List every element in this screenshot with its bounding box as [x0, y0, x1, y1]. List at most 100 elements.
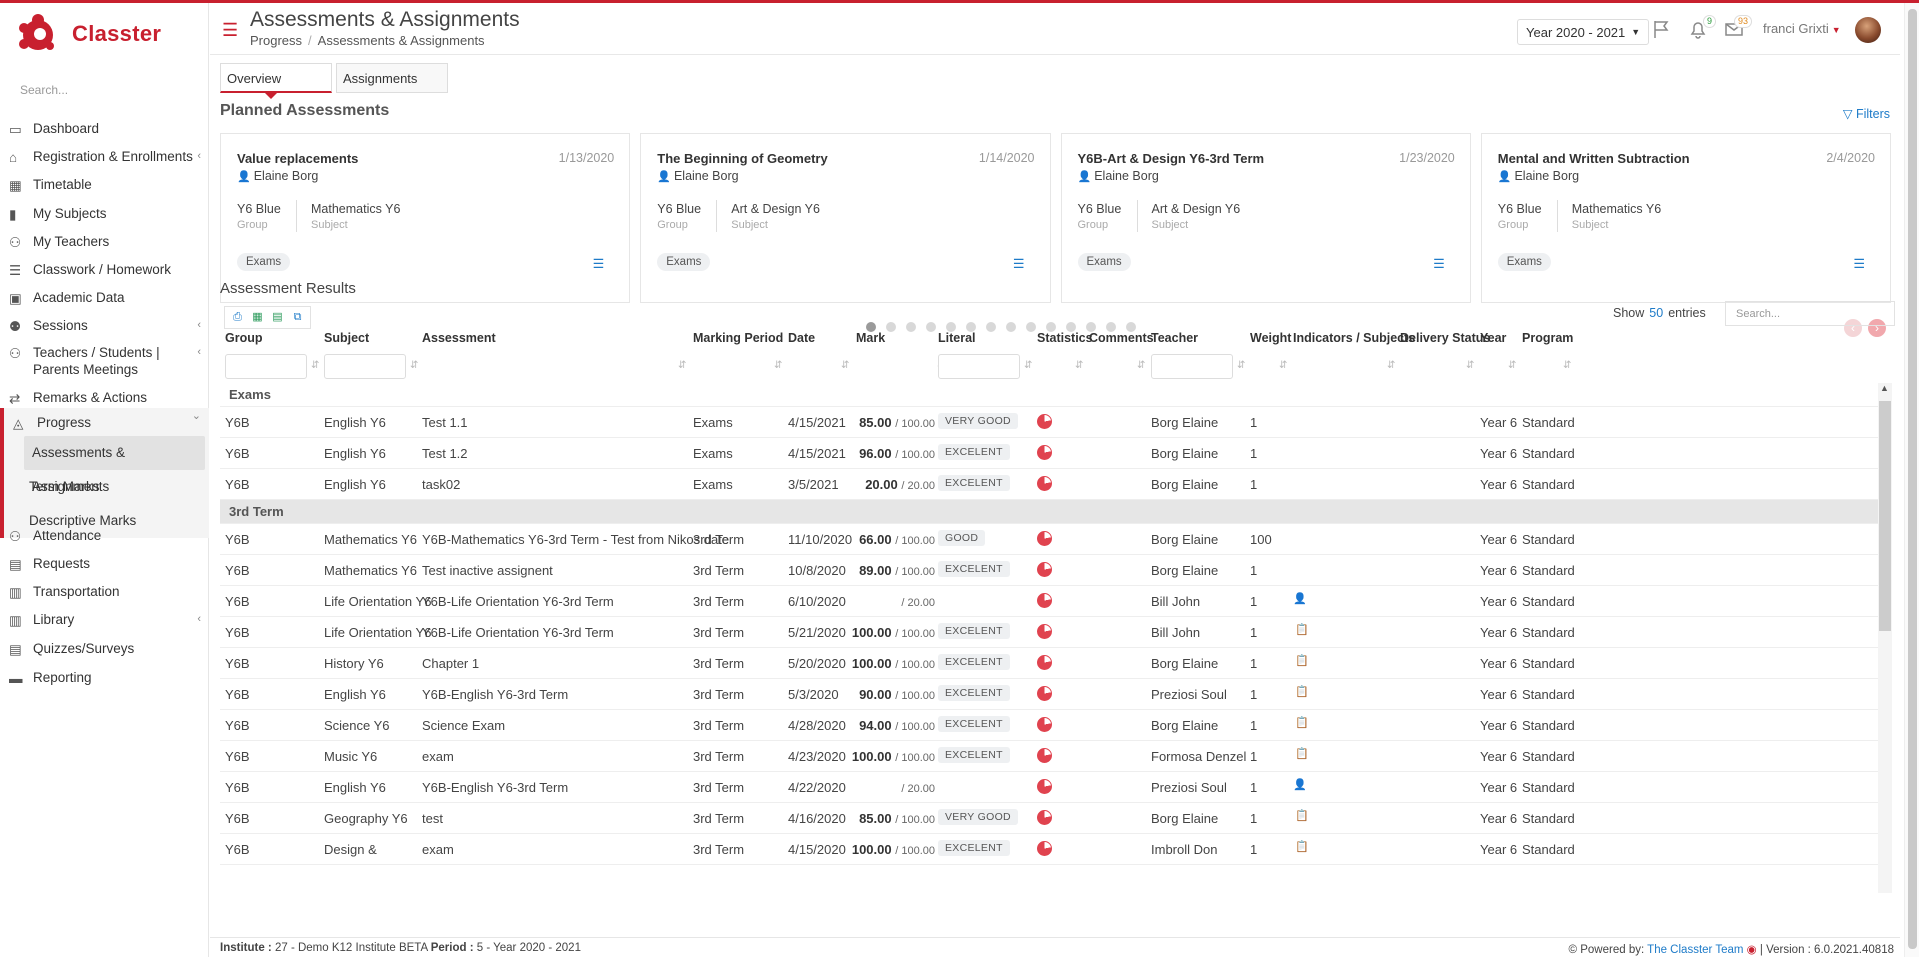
statistics-pie-icon[interactable] — [1037, 779, 1052, 794]
brand-logo[interactable]: Classter — [18, 13, 161, 55]
column-filter-input[interactable] — [225, 354, 307, 379]
card-title[interactable]: Y6B-Art & Design Y6-3rd Term — [1078, 151, 1265, 166]
column-header[interactable]: Marking Period — [693, 331, 783, 345]
sidebar-item-attendance[interactable]: ⚇ Attendance — [0, 527, 209, 544]
filters-button[interactable]: ▽ Filters — [1843, 106, 1890, 121]
column-filter-input[interactable] — [1151, 354, 1233, 379]
card-title[interactable]: The Beginning of Geometry — [657, 151, 827, 166]
clipboard-icon[interactable]: 📋 — [1295, 685, 1309, 701]
sort-icon[interactable]: ⇵ — [1137, 360, 1145, 371]
clipboard-icon[interactable]: 📋 — [1295, 809, 1309, 825]
table-row[interactable]: Y6B Life Orientation Y6 Y6B-Life Orientati… — [220, 617, 1878, 648]
column-header[interactable]: Program — [1522, 331, 1573, 345]
sidebar-item-progress[interactable]: ◬ Progress ⌄ — [0, 408, 209, 436]
column-filter-input[interactable] — [324, 354, 406, 379]
table-row[interactable]: Y6B Science Y6 Science Exam 3rd Term 4/28/20… — [220, 710, 1878, 741]
avatar[interactable] — [1855, 17, 1881, 43]
classter-team-link[interactable]: The Classter Team — [1647, 944, 1743, 956]
sidebar-item-quizzes-surveys[interactable]: ▤ Quizzes/Surveys — [0, 640, 209, 657]
menu-toggle-icon[interactable]: ☰ — [222, 21, 238, 39]
column-header[interactable]: Assessment — [422, 331, 496, 345]
card-title[interactable]: Mental and Written Subtraction — [1498, 151, 1690, 166]
sidebar-subitem-assessments-assignments[interactable]: Assessments & Assignments — [24, 436, 205, 494]
entries-count-select[interactable]: 50 — [1649, 306, 1663, 320]
clipboard-icon[interactable]: 📋 — [1295, 716, 1309, 732]
table-row[interactable]: Y6B Life Orientation Y6 Y6B-Life Orientati… — [220, 586, 1878, 617]
assessment-card[interactable]: Mental and Written Subtraction 2/4/2020 👤 E… — [1480, 133, 1891, 303]
cell-assessment[interactable]: Y6B-Life Orientation Y6-3rd Term — [422, 594, 614, 609]
table-row[interactable]: Y6B Geography Y6 test 3rd Term 4/16/2020 85.0… — [220, 803, 1878, 834]
sort-icon[interactable]: ⇵ — [410, 360, 418, 371]
assessment-card[interactable]: The Beginning of Geometry 1/14/2020 👤 Elain… — [640, 133, 1051, 303]
cell-assessment[interactable]: Y6B-English Y6-3rd Term — [422, 687, 568, 702]
card-menu-icon[interactable]: ☰ — [1013, 257, 1025, 270]
clipboard-icon[interactable]: 📋 — [1295, 654, 1309, 670]
sidebar-item-teachers-students-parents-meetings[interactable]: ⚇ Teachers / Students | Parents Meetings ‹ — [0, 344, 209, 378]
clipboard-icon[interactable]: 📋 — [1295, 747, 1309, 763]
cell-assessment[interactable]: Y6B-Mathematics Y6-3rd Term - Test from … — [422, 532, 729, 547]
page-scrollbar-thumb[interactable] — [1908, 9, 1917, 949]
user-alert-icon[interactable]: 👤 — [1293, 592, 1307, 608]
sidebar-item-registration-enrollments[interactable]: ⌂ Registration & Enrollments ‹ — [0, 148, 209, 165]
cell-assessment[interactable]: task02 — [422, 477, 460, 492]
table-row[interactable]: Y6B Mathematics Y6 Y6B-Mathematics Y6-3rd … — [220, 524, 1878, 555]
sidebar-item-my-teachers[interactable]: ⚇ My Teachers — [0, 233, 209, 250]
sort-icon[interactable]: ⇵ — [1466, 360, 1474, 371]
cell-assessment[interactable]: Test 1.1 — [422, 415, 468, 430]
column-header[interactable]: Delivery Status — [1400, 331, 1490, 345]
table-row[interactable]: Y6B Mathematics Y6 Test inactive assignent… — [220, 555, 1878, 586]
table-row[interactable]: Y6B English Y6 Test 1.2 Exams 4/15/2021 96.00… — [220, 438, 1878, 469]
sort-icon[interactable]: ⇵ — [841, 360, 849, 371]
column-header[interactable]: Teacher — [1151, 331, 1198, 345]
statistics-pie-icon[interactable] — [1037, 531, 1052, 546]
table-scrollbar[interactable]: ▲ — [1878, 383, 1892, 893]
cell-assessment[interactable]: Test 1.2 — [422, 446, 468, 461]
statistics-pie-icon[interactable] — [1037, 810, 1052, 825]
user-alert-icon[interactable]: 👤 — [1293, 778, 1307, 794]
sort-icon[interactable]: ⇵ — [774, 360, 782, 371]
sidebar-search-input[interactable]: Search... — [20, 83, 68, 97]
statistics-pie-icon[interactable] — [1037, 624, 1052, 639]
notifications-bell-icon[interactable]: 9 — [1688, 15, 1716, 39]
table-row[interactable]: Y6B Design & exam 3rd Term 4/15/2020 100.00 /… — [220, 834, 1878, 865]
clipboard-icon[interactable]: 📋 — [1295, 840, 1309, 856]
column-header[interactable]: Literal — [938, 331, 976, 345]
column-filter-input[interactable] — [938, 354, 1020, 379]
statistics-pie-icon[interactable] — [1037, 593, 1052, 608]
statistics-pie-icon[interactable] — [1037, 445, 1052, 460]
statistics-pie-icon[interactable] — [1037, 655, 1052, 670]
sidebar-item-library[interactable]: ▥ Library ‹ — [0, 611, 209, 628]
column-header[interactable]: Indicators / Subjects — [1293, 331, 1415, 345]
sidebar-item-academic-data[interactable]: ▣ Academic Data — [0, 289, 209, 306]
cell-assessment[interactable]: Y6B-Life Orientation Y6-3rd Term — [422, 625, 614, 640]
column-header[interactable]: Statistics — [1037, 331, 1093, 345]
statistics-pie-icon[interactable] — [1037, 476, 1052, 491]
sort-icon[interactable]: ⇵ — [311, 360, 319, 371]
page-scrollbar[interactable] — [1904, 3, 1919, 957]
sort-icon[interactable]: ⇵ — [1387, 360, 1395, 371]
statistics-pie-icon[interactable] — [1037, 717, 1052, 732]
cell-assessment[interactable]: Chapter 1 — [422, 656, 479, 671]
sidebar-item-sessions[interactable]: ⚉ Sessions ‹ — [0, 317, 209, 334]
table-scrollbar-thumb[interactable] — [1879, 401, 1891, 631]
sort-icon[interactable]: ⇵ — [1563, 360, 1571, 371]
card-menu-icon[interactable]: ☰ — [1853, 257, 1865, 270]
breadcrumb-item-progress[interactable]: Progress — [250, 33, 302, 48]
column-header[interactable]: Date — [788, 331, 815, 345]
statistics-pie-icon[interactable] — [1037, 686, 1052, 701]
column-header[interactable]: Group — [225, 331, 263, 345]
table-row[interactable]: Y6B History Y6 Chapter 1 3rd Term 5/20/2020 1… — [220, 648, 1878, 679]
cell-assessment[interactable]: Test inactive assignent — [422, 563, 553, 578]
column-header[interactable]: Mark — [856, 331, 885, 345]
assessment-card[interactable]: Y6B-Art & Design Y6-3rd Term 1/23/2020 👤 El… — [1060, 133, 1471, 303]
table-row[interactable]: Y6B English Y6 Test 1.1 Exams 4/15/2021 85.00… — [220, 407, 1878, 438]
sidebar-item-classwork-homework[interactable]: ☰ Classwork / Homework — [0, 261, 209, 278]
sidebar-item-dashboard[interactable]: ▭ Dashboard — [0, 120, 209, 137]
flag-icon[interactable] — [1652, 19, 1674, 39]
statistics-pie-icon[interactable] — [1037, 562, 1052, 577]
table-row[interactable]: Y6B English Y6 Y6B-English Y6-3rd Term 3rd … — [220, 772, 1878, 803]
assessment-card[interactable]: Value replacements 1/13/2020 👤 Elaine Borg Y… — [220, 133, 631, 303]
year-select[interactable]: Year 2020 - 2021 ▼ — [1517, 19, 1650, 45]
cell-assessment[interactable]: test — [422, 811, 443, 826]
sort-icon[interactable]: ⇵ — [1508, 360, 1516, 371]
